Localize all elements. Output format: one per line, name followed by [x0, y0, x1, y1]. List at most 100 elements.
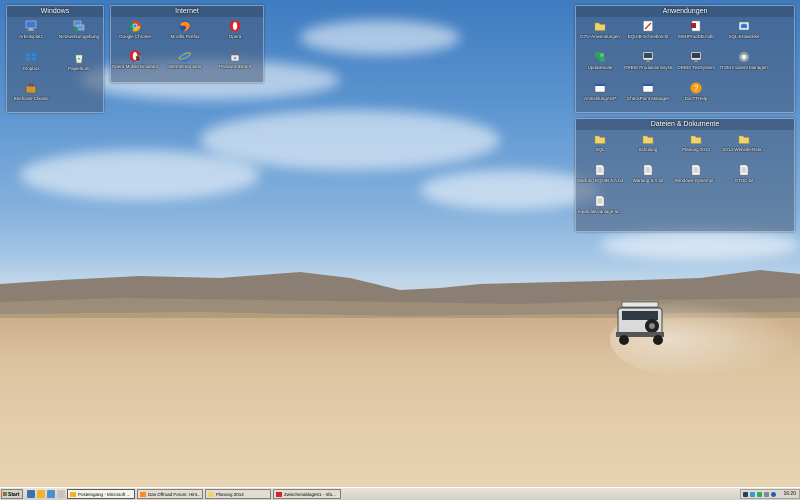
tray-volume-icon[interactable]: [764, 492, 769, 497]
folder-icon: [594, 135, 606, 144]
desktop-icon-planung-2014-folder[interactable]: Planung 2014: [672, 133, 720, 163]
cloud: [300, 20, 460, 55]
opera-mobile-icon: [129, 50, 141, 62]
desktop-icon-sql-folder[interactable]: SQL: [576, 133, 624, 163]
desktop-icon-arbeitsplatz[interactable]: Arbeitsplatz: [7, 20, 55, 50]
desktop-icon-label: Opera Mobile Emulator: [111, 64, 159, 69]
desktop-icon-label: Schulung: [638, 147, 658, 152]
desktop-icon-label: Planung 2014: [682, 147, 710, 152]
desktop-icon-label: ITSM Incident Management: [720, 65, 768, 70]
desktop-icon-gtu-anwendungen[interactable]: GTU-Anwendungen: [576, 20, 624, 50]
desktop-icon-google-chrome[interactable]: Google Chrome: [111, 20, 159, 50]
text-file-icon: [643, 164, 653, 176]
desktop-icon-schulung-folder[interactable]: Schulung: [624, 133, 672, 163]
desktop-icon-windows-systempr[interactable]: Windows-Systempr...: [672, 164, 720, 194]
desktop-icon-label: Papierkorb: [68, 66, 90, 71]
clock[interactable]: 16:20: [783, 490, 796, 499]
irfanview-icon: [276, 492, 282, 497]
text-file-icon: [595, 164, 605, 176]
text-file-icon: [739, 164, 749, 176]
desktop-icon-equib-schreibrecht[interactable]: EQUIB-Schreibrecht: [624, 20, 672, 50]
desktop-icon-label: AnmeldungASP: [584, 96, 616, 101]
taskbar: Start Posteingang - Microsoft ... Das Of…: [0, 487, 800, 500]
task-planung-2014[interactable]: Planung 2014: [205, 489, 271, 499]
sql-icon: [738, 21, 750, 31]
desktop-icon-briefcase-classic[interactable]: Briefcase Classic: [7, 82, 55, 112]
desktop-icon-label: Windows-Systempr...: [674, 178, 718, 183]
desktop-icon-label: PasswordDepot: [219, 64, 251, 69]
ie-icon: [179, 51, 191, 62]
fence-title: Dateien & Dokumente: [576, 119, 794, 130]
task-zwischenablage[interactable]: Zwischenablage01 - Irfa...: [273, 489, 341, 499]
start-button[interactable]: Start: [1, 489, 23, 499]
task-posteingang[interactable]: Posteingang - Microsoft ...: [67, 489, 135, 499]
desktop-icon-wartung-equib-txt[interactable]: Wartung EQUIB ä.Á.txt: [576, 164, 624, 194]
desktop-icon-label: Google Chrome: [119, 34, 151, 39]
desktop-icon-docthelp[interactable]: ? DocTTHelp: [672, 82, 720, 112]
cloud: [420, 170, 600, 210]
desktop-icon-label: Dropbox: [22, 66, 40, 71]
desktop-icon-label: Arbeitsplatz: [19, 34, 43, 39]
desktop-icon-gtuc-txt[interactable]: GTUC.txt: [720, 164, 768, 194]
desktop-icon-label: ORBIS Testsystem: [677, 65, 715, 70]
outlook-icon: [70, 492, 76, 497]
orbis-icon: [642, 51, 654, 62]
desktop-icon-wartung-txt[interactable]: Wartung ä.Á.txt: [624, 164, 672, 194]
tray-security-icon[interactable]: [771, 492, 776, 497]
orbis-test-icon: [690, 51, 702, 62]
desktop-icon-updatesuite[interactable]: UpdateSuite: [576, 51, 624, 81]
fence-internet: Internet Google Chrome Mozilla Firefox O…: [110, 5, 264, 83]
recycle-bin-icon: [75, 54, 83, 64]
window-icon: [642, 83, 654, 93]
desktop-icon-orbis-produktionssystem[interactable]: ORBIS Produktionssystem: [624, 51, 672, 81]
folder-icon: [594, 22, 606, 31]
desktop-icon-checkpoint-manager[interactable]: CheckPoint Manager: [624, 82, 672, 112]
task-label: Das Offroad Forum: Hint...: [148, 492, 201, 497]
desktop-icon-label: 2014-Website-Rela...: [722, 147, 766, 152]
desktop-icon-orbis-testsystem[interactable]: ORBIS Testsystem: [672, 51, 720, 81]
tray-update-icon[interactable]: [757, 492, 762, 497]
desktop-icon-itsm-incident-management[interactable]: ITSM Incident Management: [720, 51, 768, 81]
desktop-icon-opera-mobile-emulator[interactable]: Opera Mobile Emulator: [111, 50, 159, 80]
outlook-quicklaunch-icon[interactable]: [37, 490, 45, 498]
computer-icon: [25, 20, 37, 31]
desktop-icon-mshproddb[interactable]: MSHProdDB.mdb: [672, 20, 720, 50]
desktop-icon-dropbox[interactable]: Dropbox: [7, 52, 55, 82]
fence-title: Internet: [111, 6, 263, 17]
desktop-icon-label: GTUC.txt: [734, 178, 754, 183]
desktop-icon-label: ORBIS Produktionssystem: [624, 65, 672, 70]
tray-app-icon[interactable]: [743, 492, 748, 497]
briefcase-icon: [25, 83, 37, 94]
task-label: Zwischenablage01 - Irfa...: [284, 492, 336, 497]
show-desktop-icon[interactable]: [27, 490, 35, 498]
text-file-icon: [595, 195, 605, 207]
dropbox-icon: [25, 53, 37, 61]
desktop-icon-sql-entwickler[interactable]: SQL-Entwickler: [720, 20, 768, 50]
desktop-icon-passworddepot[interactable]: PasswordDepot: [211, 50, 259, 80]
quicklaunch-overflow-icon[interactable]: [57, 490, 65, 498]
desktop-icon-internet-explorer[interactable]: Internet Explorer: [161, 50, 209, 80]
fence-title: Windows: [7, 6, 103, 17]
desktop-icon-equib-aktivanlage[interactable]: equib-aktivanlage-la...: [576, 195, 624, 225]
desktop-icon-papierkorb[interactable]: Papierkorb: [55, 52, 103, 82]
svg-text:?: ?: [694, 84, 699, 93]
explorer-quicklaunch-icon[interactable]: [47, 490, 55, 498]
cloud: [20, 150, 260, 200]
browser-icon: [140, 492, 146, 497]
task-offroad-forum[interactable]: Das Offroad Forum: Hint...: [137, 489, 203, 499]
desktop-icon-netzwerkumgebung[interactable]: Netzwerkumgebung: [55, 20, 103, 50]
desktop-icon-anmeldungasp[interactable]: AnmeldungASP: [576, 82, 624, 112]
desktop-icon-label: DocTTHelp: [684, 96, 708, 101]
fence-title: Anwendungen: [576, 6, 794, 17]
desktop-icon-label: UpdateSuite: [587, 65, 613, 70]
folder-icon: [690, 135, 702, 144]
desktop-icon-mozilla-firefox[interactable]: Mozilla Firefox: [161, 20, 209, 50]
cloud: [200, 110, 500, 170]
tray-network-icon[interactable]: [750, 492, 755, 497]
desktop-icon-label: MSHProdDB.mdb: [678, 34, 714, 39]
help-icon: ?: [690, 82, 702, 94]
desktop-icon-website-folder[interactable]: 2014-Website-Rela...: [720, 133, 768, 163]
opera-icon: [229, 20, 241, 32]
desktop-icon-opera[interactable]: Opera: [211, 20, 259, 50]
network-icon: [73, 20, 85, 31]
